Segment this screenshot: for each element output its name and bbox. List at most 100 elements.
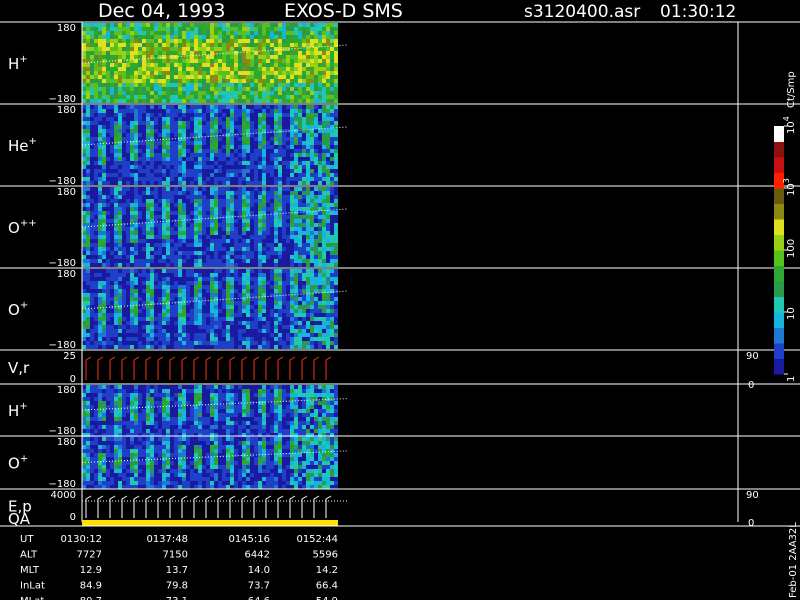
spectrogram-cell <box>274 187 278 191</box>
spectrogram-cell <box>294 187 298 191</box>
spectrogram-cell <box>278 39 282 43</box>
spectrogram-cell <box>234 243 238 247</box>
spectrogram-cell <box>290 91 294 95</box>
spectrogram-cell <box>262 71 266 75</box>
spectrogram-cell <box>86 231 90 235</box>
spectrogram-cell <box>202 113 206 117</box>
spectrogram-cell <box>282 117 286 121</box>
spectrogram-cell <box>194 177 198 181</box>
spectrogram-cell <box>102 219 106 223</box>
spectrogram-cell <box>326 169 330 173</box>
spectrogram-cell <box>154 297 158 301</box>
spectrogram-cell <box>118 23 122 27</box>
spectrogram-cell <box>298 161 302 165</box>
spectrogram-cell <box>330 87 334 91</box>
spectrogram-cell <box>162 227 166 231</box>
spectrogram-cell <box>134 27 138 31</box>
spectrogram-cell <box>250 317 254 321</box>
spectrogram-cell <box>166 113 170 117</box>
spectrogram-cell <box>82 125 86 129</box>
spectrogram-cell <box>106 47 110 51</box>
spectrogram-cell <box>298 207 302 211</box>
spectrogram-cell <box>206 125 210 129</box>
spectrogram-cell <box>306 113 310 117</box>
spectrogram-cell <box>226 145 230 149</box>
spectrogram-cell <box>282 187 286 191</box>
spectrogram-cell <box>270 63 274 67</box>
spectrogram-cell <box>222 285 226 289</box>
spectrogram-cell <box>118 145 122 149</box>
spectrogram-cell <box>302 173 306 177</box>
spectrogram-cell <box>330 199 334 203</box>
spectrogram-cell <box>266 121 270 125</box>
spectrogram-cell <box>90 173 94 177</box>
spectrogram-cell <box>126 309 130 313</box>
spectrogram-cell <box>126 71 130 75</box>
spectrogram-cell <box>86 177 90 181</box>
spectrogram-cell <box>222 173 226 177</box>
spectrogram-cell <box>214 259 218 263</box>
spectrogram-cell <box>290 285 294 289</box>
spectrogram-cell <box>238 313 242 317</box>
spectrogram-cell <box>138 91 142 95</box>
spectrogram-cell <box>258 71 262 75</box>
spectrogram-cell <box>274 113 278 117</box>
spectrogram-cell <box>234 211 238 215</box>
spectrogram-cell <box>198 223 202 227</box>
spectrogram-cell <box>258 223 262 227</box>
spectrogram-cell <box>318 79 322 83</box>
spectrogram-cell <box>154 35 158 39</box>
spectrogram-cell <box>154 157 158 161</box>
spectrogram-cell <box>318 235 322 239</box>
spectrogram-cell <box>258 23 262 27</box>
spectrogram-cell <box>222 277 226 281</box>
spectrogram-cell <box>174 215 178 219</box>
spectrogram-cell <box>250 289 254 293</box>
spectrogram-cell <box>254 91 258 95</box>
spectrogram-cell <box>198 247 202 251</box>
spectrogram-cell <box>126 239 130 243</box>
spectrogram-cell <box>174 337 178 341</box>
spectrogram-cell <box>194 91 198 95</box>
spectrogram-cell <box>158 333 162 337</box>
spectrogram-cell <box>230 231 234 235</box>
spectrogram-cell <box>202 195 206 199</box>
spectrogram-cell <box>326 161 330 165</box>
spectrogram-cell <box>146 169 150 173</box>
spectrogram-cell <box>102 227 106 231</box>
spectrogram-cell <box>246 55 250 59</box>
spectrogram-cell <box>150 133 154 137</box>
spectrogram-cell <box>306 75 310 79</box>
spectrogram-cell <box>306 173 310 177</box>
spectrogram-cell <box>250 129 254 133</box>
spectrogram-cell <box>90 219 94 223</box>
spectrogram-cell <box>154 293 158 297</box>
spectrogram-cell <box>322 71 326 75</box>
spectrogram-cell <box>318 191 322 195</box>
spectrogram-cell <box>122 141 126 145</box>
spectrogram-cell <box>166 239 170 243</box>
spectrogram-cell <box>202 263 206 267</box>
spectrogram-cell <box>134 317 138 321</box>
spectrogram-cell <box>118 95 122 99</box>
spectrogram-cell <box>246 223 250 227</box>
spectrogram-cell <box>182 59 186 63</box>
spectrogram-cell <box>230 31 234 35</box>
spectrogram-cell <box>86 31 90 35</box>
spectrogram-cell <box>86 133 90 137</box>
spectrogram-cell <box>218 169 222 173</box>
spectrogram-cell <box>210 255 214 259</box>
spectrogram-cell <box>322 235 326 239</box>
spectrogram-cell <box>138 99 142 103</box>
spectrogram-cell <box>234 141 238 145</box>
spectrogram-cell <box>238 247 242 251</box>
spectrogram-cell <box>210 51 214 55</box>
spectrogram-cell <box>314 39 318 43</box>
spectrogram-cell <box>334 211 338 215</box>
spectrogram-cell <box>182 243 186 247</box>
spectrogram-cell <box>134 117 138 121</box>
spectrogram-cell <box>238 195 242 199</box>
spectrogram-cell <box>266 165 270 169</box>
spectrogram-cell <box>298 337 302 341</box>
spectrogram-cell <box>194 325 198 329</box>
